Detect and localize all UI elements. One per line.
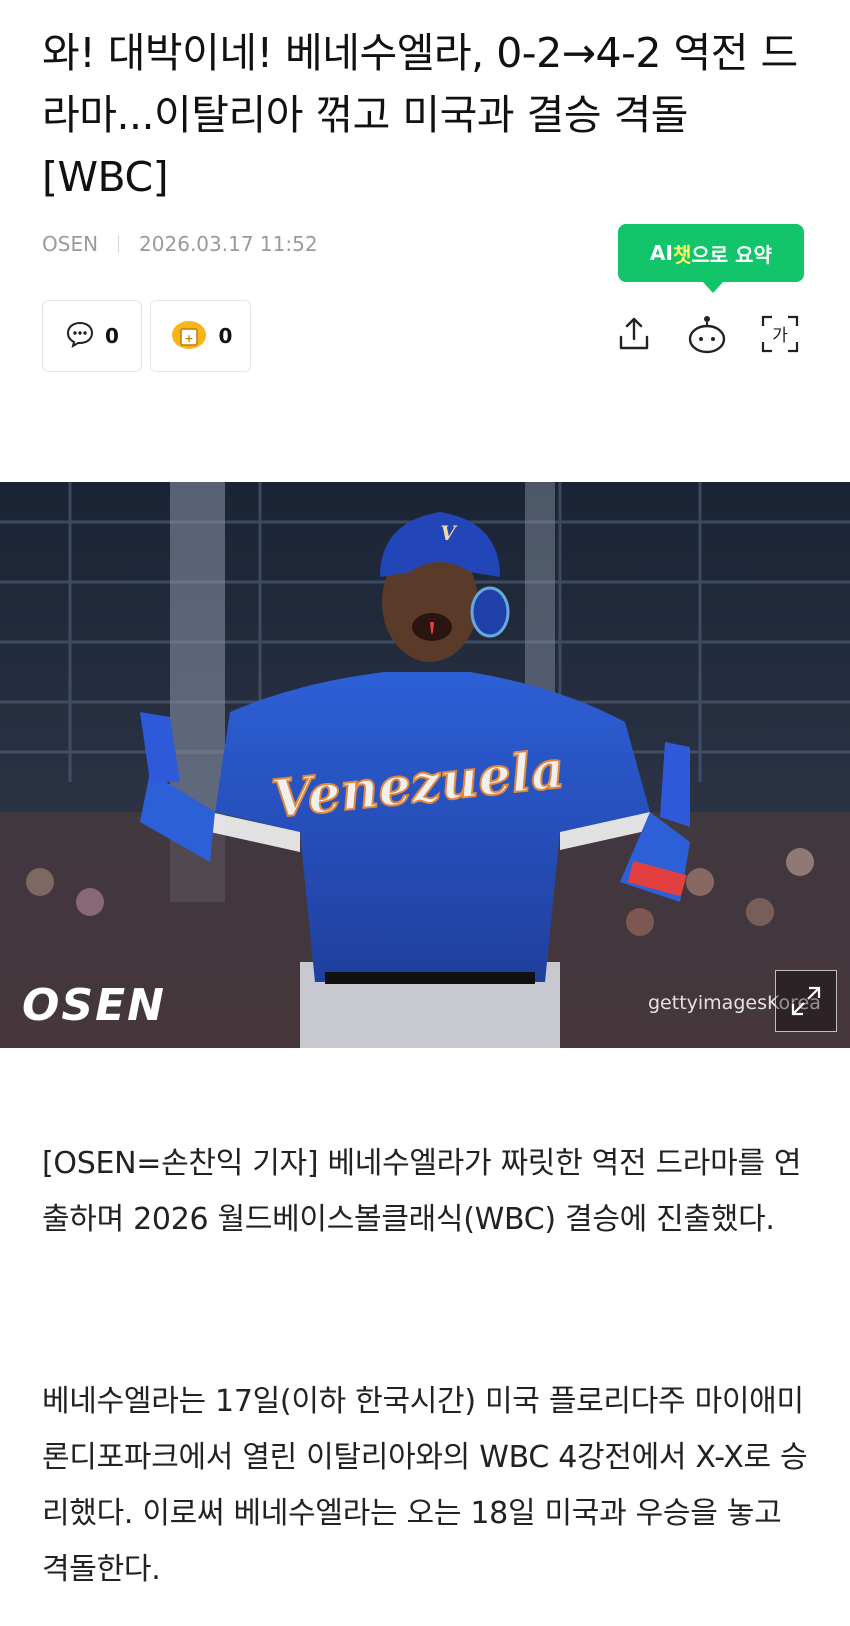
article-paragraph-1: [OSEN=손찬익 기자] 베네수엘라가 짜릿한 역전 드라마를 연출하며 20… (42, 1146, 802, 1237)
ai-bot-button[interactable] (685, 306, 729, 362)
comment-button[interactable]: 0 (42, 300, 142, 372)
article-paragraph-2: 베네수엘라는 17일(이하 한국시간) 미국 플로리다주 마이애미 론디포파크에… (42, 1384, 808, 1587)
ai-bot-icon (688, 316, 726, 354)
share-button[interactable] (612, 306, 656, 362)
font-size-button[interactable]: 가 (758, 306, 802, 362)
ai-summary-suffix: 으로 요약 (691, 242, 772, 267)
meta-divider (118, 235, 120, 253)
ai-summary-highlight: 챗 (672, 242, 692, 267)
emoji-reaction-icon: + (169, 317, 209, 356)
comment-icon (65, 320, 95, 353)
article-meta: OSEN 2026.03.17 11:52 (42, 232, 318, 256)
reaction-button[interactable]: + 0 (150, 300, 251, 372)
share-icon (619, 317, 649, 350)
font-size-label: 가 (772, 326, 788, 346)
ai-summary-button[interactable]: AI 챗 으로 요약 (618, 224, 804, 293)
article-datetime: 2026.03.17 11:52 (139, 232, 318, 256)
article-photo[interactable]: Venezuela V (0, 482, 850, 1048)
comment-count: 0 (105, 324, 119, 348)
ai-summary-prefix: AI (650, 241, 673, 265)
svg-text:V: V (440, 521, 458, 545)
article-source[interactable]: OSEN (42, 232, 98, 256)
svg-text:+: + (184, 332, 193, 345)
expand-photo-button[interactable] (775, 970, 837, 1032)
article-headline: 와! 대박이네! 베네수엘라, 0-2→4-2 역전 드라마...이탈리아 꺾고… (42, 29, 798, 201)
emoji-reaction-count: 0 (218, 324, 233, 348)
expand-icon (791, 986, 821, 1016)
font-size-icon: 가 (761, 315, 799, 353)
photo-watermark: OSEN (22, 980, 166, 1031)
